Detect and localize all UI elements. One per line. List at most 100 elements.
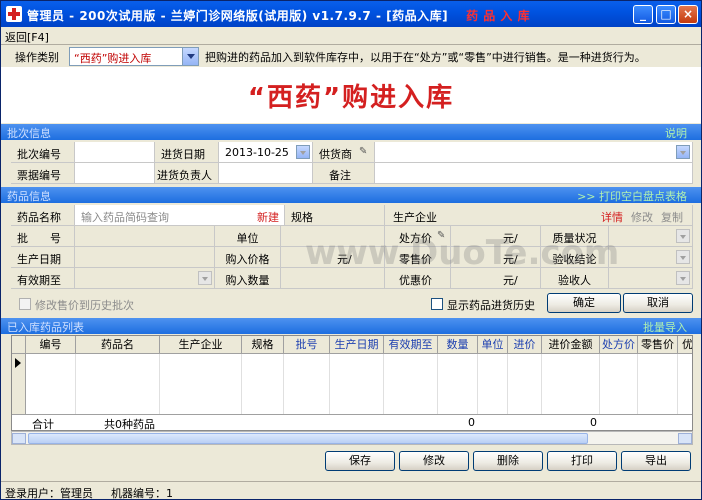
export-button[interactable]: 导出 xyxy=(621,451,691,471)
cancel-button[interactable]: 取消 xyxy=(623,293,693,313)
remark-label: 备注 xyxy=(329,169,351,182)
column-divider xyxy=(159,354,160,414)
receiver-label: 验收人 xyxy=(558,274,591,287)
remark-input[interactable] xyxy=(375,163,693,184)
col-maker[interactable]: 生产企业 xyxy=(160,336,242,354)
modify-history-checkbox[interactable] xyxy=(19,298,31,310)
horizontal-scrollbar[interactable] xyxy=(11,431,693,445)
drug-search-placeholder: 输入药品简码查询 xyxy=(81,211,169,224)
drug-section-title: 药品信息 xyxy=(7,190,51,203)
scroll-left-icon[interactable] xyxy=(12,433,26,444)
col-price[interactable]: 进价 xyxy=(508,336,542,354)
back-menu-item[interactable]: 返回[F4] xyxy=(5,29,49,45)
window-title: 管理员 - 200次试用版 - 兰婷门诊网络版(试用版) v1.7.9.7 - … xyxy=(27,7,530,24)
unit-label: 单位 xyxy=(236,232,259,245)
batch-no-label: 批次编号 xyxy=(17,148,61,161)
batch-label-cell: 批 号 xyxy=(11,226,75,247)
column-divider xyxy=(329,354,330,414)
buy-price-label: 购入价格 xyxy=(225,253,270,266)
date-picker[interactable]: 2013-10-25 xyxy=(219,142,313,163)
invoice-input[interactable] xyxy=(75,163,155,184)
modify-button[interactable]: 修改 xyxy=(399,451,469,471)
save-button[interactable]: 保存 xyxy=(325,451,395,471)
column-divider xyxy=(283,354,284,414)
column-divider xyxy=(437,354,438,414)
show-history-checkbox[interactable] xyxy=(431,298,443,310)
col-spec[interactable]: 规格 xyxy=(242,336,284,354)
confirm-button[interactable]: 确定 xyxy=(547,293,621,313)
col-unit[interactable]: 单位 xyxy=(478,336,508,354)
title-bar[interactable]: 管理员 - 200次试用版 - 兰婷门诊网络版(试用版) v1.7.9.7 - … xyxy=(1,1,701,27)
buyer-label: 进货负责人 xyxy=(157,169,212,182)
print-button[interactable]: 打印 xyxy=(547,451,617,471)
operation-description: 把购进的药品加入到软件库存中，以用于在“处方”或“零售”中进行销售。是一种进货行… xyxy=(205,51,646,64)
footer-amount-total: 0 xyxy=(590,416,597,429)
batch-number-input[interactable] xyxy=(75,226,215,247)
col-expiry[interactable]: 有效期至 xyxy=(384,336,438,354)
details-link[interactable]: 详情 xyxy=(601,209,623,225)
drug-section-header: 药品信息 >> 打印空白盘点表格 xyxy=(1,187,701,203)
status-machine: 机器编号：1 xyxy=(111,487,173,500)
col-discount[interactable]: 优 xyxy=(678,336,692,354)
col-id[interactable]: 编号 xyxy=(26,336,76,354)
supplier-label-cell: 供货商 ✎ xyxy=(313,142,375,163)
new-drug-link[interactable]: 新建 xyxy=(257,209,279,225)
help-link[interactable]: 说明 xyxy=(665,125,687,141)
supplier-select[interactable] xyxy=(375,142,693,163)
scroll-right-icon[interactable] xyxy=(678,433,692,444)
quality-dropdown-icon[interactable] xyxy=(676,229,690,243)
minimize-button[interactable]: _ xyxy=(633,5,653,24)
medical-cross-icon xyxy=(6,6,22,22)
row-selector[interactable] xyxy=(12,354,26,414)
app-window: 管理员 - 200次试用版 - 兰婷门诊网络版(试用版) v1.7.9.7 - … xyxy=(0,0,702,500)
edit-drug-link[interactable]: 修改 xyxy=(631,209,653,225)
edit-pen-icon[interactable]: ✎ xyxy=(359,146,367,157)
receiver-select[interactable] xyxy=(609,268,693,289)
batch-import-link[interactable]: 批量导入 xyxy=(643,319,687,335)
spec-label: 规格 xyxy=(291,211,313,224)
table-footer-row: 合计 共0种药品 0 0 xyxy=(12,414,692,430)
accept-dropdown-icon[interactable] xyxy=(676,250,690,264)
prod-date-label: 生产日期 xyxy=(17,253,61,266)
batch-number-label: 批 号 xyxy=(17,232,61,245)
drug-search-input[interactable]: 输入药品简码查询 新建 xyxy=(75,205,285,226)
quality-select[interactable] xyxy=(609,226,693,247)
col-rx-price[interactable]: 处方价 xyxy=(600,336,638,354)
column-divider xyxy=(507,354,508,414)
expiry-label: 有效期至 xyxy=(17,274,61,287)
footer-qty-total: 0 xyxy=(468,416,475,429)
col-drug-name[interactable]: 药品名 xyxy=(76,336,160,354)
col-qty[interactable]: 数量 xyxy=(438,336,478,354)
prod-date-input[interactable] xyxy=(75,247,215,268)
col-batch[interactable]: 批号 xyxy=(284,336,330,354)
close-button[interactable]: × xyxy=(678,5,698,24)
date-value: 2013-10-25 xyxy=(225,146,289,159)
column-divider xyxy=(637,354,638,414)
column-divider xyxy=(599,354,600,414)
buy-price-label-cell: 购入价格 xyxy=(215,247,281,268)
expiry-select[interactable] xyxy=(75,268,215,289)
delete-button[interactable]: 删除 xyxy=(473,451,543,471)
col-retail-price[interactable]: 零售价 xyxy=(638,336,678,354)
column-divider xyxy=(477,354,478,414)
copy-drug-link[interactable]: 复制 xyxy=(661,209,683,225)
batch-no-input[interactable] xyxy=(75,142,155,163)
invoice-label-cell: 票据编号 xyxy=(11,163,75,184)
receiver-dropdown-icon[interactable] xyxy=(676,271,690,285)
column-divider xyxy=(241,354,242,414)
date-dropdown-icon[interactable] xyxy=(296,145,310,159)
page-title: “西药”购进入库 xyxy=(247,83,455,113)
col-prod-date[interactable]: 生产日期 xyxy=(330,336,384,354)
maximize-button[interactable]: □ xyxy=(656,5,676,24)
accept-select[interactable] xyxy=(609,247,693,268)
col-amount[interactable]: 进价金额 xyxy=(542,336,600,354)
buyer-input[interactable] xyxy=(219,163,313,184)
operation-row: 操作类别 “西药”购进入库 把购进的药品加入到软件库存中，以用于在“处方”或“零… xyxy=(1,45,701,67)
expiry-dropdown-icon[interactable] xyxy=(198,271,212,285)
print-blank-sheet-link[interactable]: >> 打印空白盘点表格 xyxy=(577,188,687,204)
operation-select[interactable]: “西药”购进入库 xyxy=(69,47,199,66)
scroll-thumb[interactable] xyxy=(28,433,588,444)
stock-in-table[interactable]: 编号 药品名 生产企业 规格 批号 生产日期 有效期至 数量 单位 进价 进价金… xyxy=(11,335,693,431)
supplier-dropdown-icon[interactable] xyxy=(676,145,690,159)
chevron-down-icon[interactable] xyxy=(182,48,198,65)
